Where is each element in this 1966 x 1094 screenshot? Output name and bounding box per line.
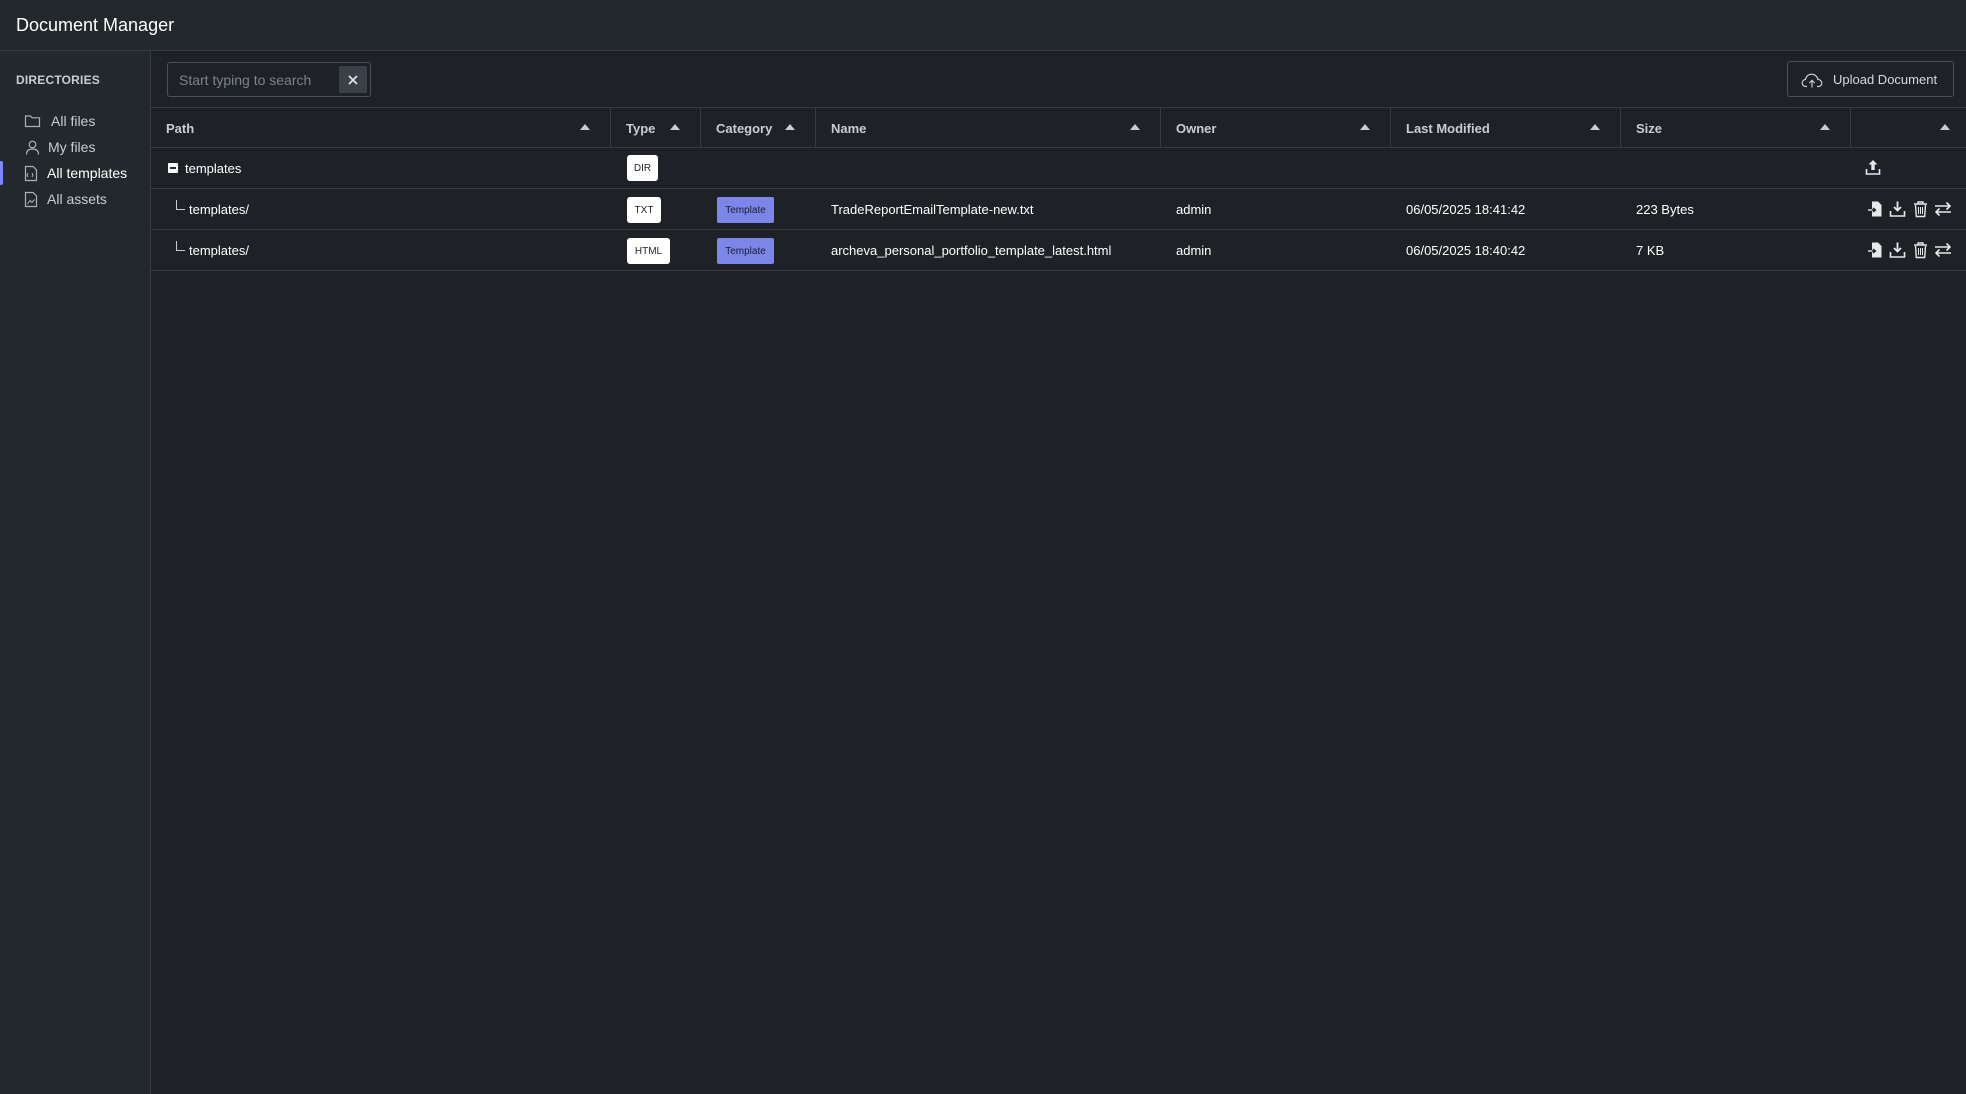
sidebar-item-label: My files (48, 139, 96, 155)
cloud-upload-icon (1801, 73, 1823, 88)
toolbar: Upload Document (151, 51, 1966, 108)
column-header-actions[interactable] (1851, 108, 1966, 148)
sort-ascending-icon (1590, 124, 1600, 130)
column-header-last-modified[interactable]: Last Modified (1391, 108, 1621, 148)
sort-ascending-icon (1360, 124, 1370, 130)
tree-connector (176, 241, 185, 251)
row-path: templates/ (189, 243, 249, 258)
folder-icon (24, 115, 41, 128)
view-file-icon[interactable] (1867, 200, 1883, 218)
row-owner: admin (1176, 202, 1212, 217)
main-content: Upload Document Path Type Category Name … (151, 51, 1966, 1094)
type-badge: TXT (627, 197, 661, 223)
column-header-type[interactable]: Type (611, 108, 701, 148)
sidebar-item-all-assets[interactable]: All assets (0, 187, 150, 211)
table-row[interactable]: templates/ HTML Template archeva_persona… (151, 230, 1966, 271)
search-clear-button[interactable] (339, 66, 367, 93)
row-file-name[interactable]: TradeReportEmailTemplate-new.txt (831, 189, 1034, 230)
move-file-icon[interactable] (1934, 200, 1952, 218)
type-badge: DIR (627, 155, 658, 181)
row-path: templates/ (189, 202, 249, 217)
row-size: 7 KB (1636, 243, 1665, 258)
sidebar-item-label: All assets (47, 191, 107, 207)
upload-document-button[interactable]: Upload Document (1787, 61, 1954, 97)
tree-connector (176, 200, 185, 210)
row-size: 223 Bytes (1636, 202, 1694, 217)
user-icon (25, 140, 40, 155)
collapse-icon[interactable] (168, 163, 178, 173)
sidebar-item-all-files[interactable]: All files (0, 109, 150, 133)
sort-ascending-icon (1940, 124, 1950, 130)
column-header-owner[interactable]: Owner (1161, 108, 1391, 148)
row-last-modified: 06/05/2025 18:41:42 (1406, 202, 1526, 217)
sort-ascending-icon (580, 124, 590, 130)
table-row[interactable]: templates/ TXT Template TradeReportEmail… (151, 189, 1966, 230)
sidebar-item-label: All files (51, 113, 96, 129)
download-icon[interactable] (1889, 241, 1906, 259)
row-last-modified: 06/05/2025 18:40:42 (1406, 243, 1526, 258)
sort-ascending-icon (670, 124, 680, 130)
trash-icon[interactable] (1913, 241, 1928, 259)
documents-table: Path Type Category Name Owner Last Modif… (151, 108, 1966, 271)
category-badge: Template (717, 197, 774, 223)
download-icon[interactable] (1889, 200, 1906, 218)
sort-ascending-icon (1130, 124, 1140, 130)
sort-ascending-icon (1820, 124, 1830, 130)
view-file-icon[interactable] (1867, 241, 1883, 259)
sidebar-item-all-templates[interactable]: All templates (0, 161, 150, 185)
column-header-category[interactable]: Category (701, 108, 816, 148)
app-title-bar: Document Manager (0, 0, 1966, 51)
column-header-size[interactable]: Size (1621, 108, 1851, 148)
sort-ascending-icon (785, 124, 795, 130)
type-badge: HTML (627, 238, 670, 264)
trash-icon[interactable] (1913, 200, 1928, 218)
upload-document-label: Upload Document (1833, 72, 1938, 87)
sidebar: DIRECTORIES All files My files All templ… (0, 51, 151, 1094)
app-title: Document Manager (16, 14, 175, 35)
search-input[interactable] (168, 63, 336, 96)
table-row-directory[interactable]: templates DIR (151, 148, 1966, 189)
upload-to-folder-icon[interactable] (1865, 158, 1881, 176)
category-badge: Template (717, 238, 774, 264)
column-header-path[interactable]: Path (151, 108, 611, 148)
row-file-name[interactable]: archeva_personal_portfolio_template_late… (831, 230, 1111, 271)
search-box (167, 62, 371, 97)
sidebar-item-label: All templates (47, 165, 128, 181)
sidebar-heading: DIRECTORIES (16, 73, 100, 87)
close-icon (348, 74, 358, 85)
row-path: templates (185, 161, 242, 176)
move-file-icon[interactable] (1934, 241, 1952, 259)
row-owner: admin (1176, 243, 1212, 258)
asset-file-icon (24, 191, 38, 208)
column-header-name[interactable]: Name (816, 108, 1161, 148)
table-header: Path Type Category Name Owner Last Modif… (151, 108, 1966, 148)
template-file-icon (24, 165, 38, 182)
sidebar-item-my-files[interactable]: My files (0, 135, 150, 159)
